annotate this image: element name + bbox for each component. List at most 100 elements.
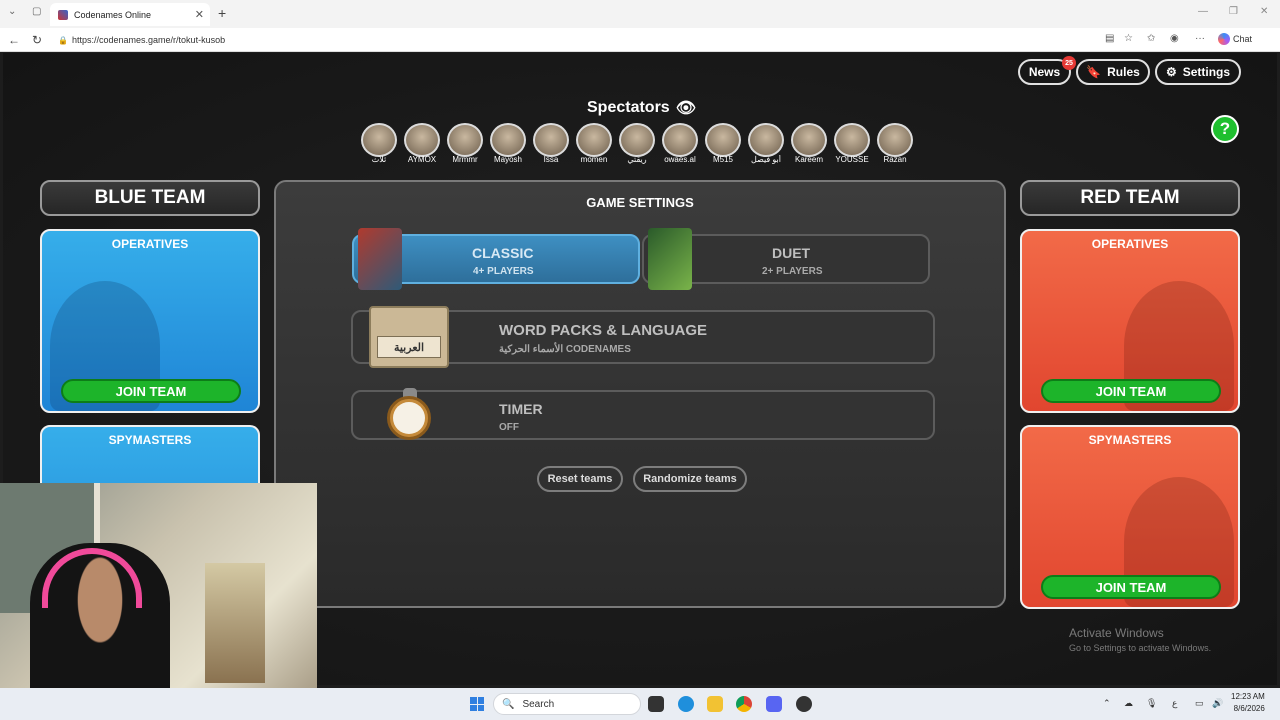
avatar bbox=[447, 123, 483, 157]
url-field[interactable]: 🔒 https://codenames.game/r/tokut-kusob bbox=[56, 31, 1116, 49]
clock-date: 8/6/2026 bbox=[1233, 704, 1265, 713]
spectator-name: M515 bbox=[712, 155, 733, 164]
refresh-icon[interactable]: ↻ bbox=[32, 33, 42, 47]
spectator-name: Mayosh bbox=[493, 155, 522, 164]
spectator-avatar[interactable]: momen bbox=[575, 123, 613, 164]
red-spymasters-title: SPYMASTERS bbox=[1088, 433, 1172, 447]
spectators-title: Spectators bbox=[587, 99, 670, 116]
address-bar-row: ← ↻ 🔒 https://codenames.game/r/tokut-kus… bbox=[0, 28, 1280, 52]
spectator-avatar[interactable]: M515 bbox=[704, 123, 742, 164]
spectator-name: Razan bbox=[883, 155, 907, 164]
spectator-avatar[interactable]: AYMOX bbox=[403, 123, 441, 164]
close-tab-icon[interactable]: ✕ bbox=[195, 8, 204, 21]
copilot-chat-button[interactable]: Chat bbox=[1218, 33, 1252, 45]
activate-windows-title: Activate Windows bbox=[1069, 626, 1164, 640]
language-indicator[interactable]: ع bbox=[1172, 698, 1177, 709]
onedrive-icon[interactable]: ☁ bbox=[1124, 698, 1133, 709]
duet-mode-option[interactable]: DUET 2+ PLAYERS bbox=[642, 228, 930, 290]
more-menu-icon[interactable]: ··· bbox=[1195, 33, 1205, 44]
minimize-icon[interactable]: — bbox=[1198, 6, 1208, 17]
site-info-icon[interactable]: 🔒 bbox=[58, 36, 68, 45]
classic-mode-option[interactable]: CLASSIC 4+ PLAYERS bbox=[352, 228, 640, 290]
spectator-avatar[interactable]: Kareem bbox=[790, 123, 828, 164]
search-icon: 🔍 bbox=[502, 698, 515, 710]
avatar bbox=[791, 123, 827, 157]
system-clock[interactable]: 12:23 AM 8/6/2026 bbox=[1231, 691, 1265, 715]
spectator-avatar[interactable]: owaes.al bbox=[661, 123, 699, 164]
avatar bbox=[404, 123, 440, 157]
windows-taskbar: 🔍 Search ⌃ ☁ 🎙 ع ▭ 🔊 12:23 AM 8/6/2026 bbox=[0, 688, 1280, 720]
discord-icon[interactable] bbox=[766, 696, 782, 712]
taskbar-search[interactable]: 🔍 Search bbox=[493, 693, 641, 715]
volume-icon[interactable]: 🔊 bbox=[1212, 698, 1223, 709]
timer-option[interactable]: TIMER OFF bbox=[351, 388, 935, 440]
help-button[interactable]: ? bbox=[1211, 115, 1239, 143]
blue-operatives-title: OPERATIVES bbox=[111, 237, 189, 251]
settings-button[interactable]: ⚙ Settings bbox=[1155, 59, 1241, 85]
spectator-avatar[interactable]: ثلاث bbox=[360, 123, 398, 164]
microphone-icon[interactable]: 🎙 bbox=[1146, 698, 1157, 709]
maximize-icon[interactable]: ❐ bbox=[1229, 6, 1238, 17]
blue-operatives-join-button[interactable]: JOIN TEAM bbox=[61, 379, 241, 403]
tray-chevron-icon[interactable]: ⌃ bbox=[1103, 698, 1111, 709]
red-operatives-join-button[interactable]: JOIN TEAM bbox=[1041, 379, 1221, 403]
reset-teams-button[interactable]: Reset teams bbox=[537, 466, 623, 492]
browser-tab[interactable]: Codenames Online ✕ bbox=[50, 3, 210, 26]
spectator-avatar[interactable]: Mayosh bbox=[489, 123, 527, 164]
network-icon[interactable]: ▭ bbox=[1195, 698, 1204, 709]
edge-icon[interactable] bbox=[678, 696, 694, 712]
spectator-avatar[interactable]: YOUSSE bbox=[833, 123, 871, 164]
browser-tab-strip: ⌄ ▢ Codenames Online ✕ + — ❐ ✕ bbox=[0, 0, 1280, 28]
spectator-avatar[interactable]: Mrmmr bbox=[446, 123, 484, 164]
blue-spymasters-title: SPYMASTERS bbox=[108, 433, 192, 447]
obs-icon[interactable] bbox=[796, 696, 812, 712]
spectator-name: momen bbox=[580, 155, 608, 164]
reader-view-icon[interactable]: ▤ bbox=[1105, 33, 1114, 44]
classic-title: CLASSIC bbox=[472, 245, 534, 261]
randomize-teams-button[interactable]: Randomize teams bbox=[633, 466, 747, 492]
timer-subtitle: OFF bbox=[499, 422, 519, 433]
classic-box-art bbox=[358, 228, 402, 290]
blue-operatives-card: OPERATIVES JOIN TEAM bbox=[40, 229, 260, 413]
blue-team-heading: BLUE TEAM bbox=[40, 180, 260, 216]
word-packs-option[interactable]: العربية WORD PACKS & LANGUAGE الأسماء ال… bbox=[351, 306, 935, 368]
close-window-icon[interactable]: ✕ bbox=[1260, 6, 1268, 17]
new-tab-icon[interactable]: + bbox=[218, 5, 226, 21]
favorite-star-icon[interactable]: ☆ bbox=[1124, 33, 1133, 44]
workspaces-icon[interactable]: ▢ bbox=[32, 6, 41, 17]
back-icon[interactable]: ← bbox=[8, 33, 20, 47]
webcam-overlay bbox=[0, 483, 317, 720]
red-spymasters-card: SPYMASTERS JOIN TEAM bbox=[1020, 425, 1240, 609]
bookmark-icon: 🔖 bbox=[1086, 65, 1102, 79]
rules-button[interactable]: 🔖 Rules bbox=[1076, 59, 1150, 85]
news-button[interactable]: News 25 bbox=[1018, 56, 1076, 85]
file-explorer-icon[interactable] bbox=[707, 696, 723, 712]
profile-icon[interactable]: ◉ bbox=[1170, 33, 1179, 44]
red-spymasters-join-button[interactable]: JOIN TEAM bbox=[1041, 575, 1221, 599]
spectator-name: Kareem bbox=[794, 155, 823, 164]
timer-title: TIMER bbox=[499, 401, 543, 417]
spectator-avatar[interactable]: ريقتي bbox=[618, 123, 656, 164]
activate-windows-subtitle: Go to Settings to activate Windows. bbox=[1069, 643, 1212, 653]
spectator-avatar[interactable]: Issa bbox=[532, 123, 570, 164]
avatar bbox=[748, 123, 784, 157]
favorites-icon[interactable]: ✩ bbox=[1147, 33, 1155, 44]
spectator-name: Mrmmr bbox=[452, 155, 478, 164]
task-view-icon[interactable] bbox=[648, 696, 664, 712]
game-settings-title: GAME SETTINGS bbox=[586, 195, 694, 210]
spectator-avatar[interactable]: Razan bbox=[876, 123, 914, 164]
red-operatives-card: OPERATIVES JOIN TEAM bbox=[1020, 229, 1240, 413]
spectator-name: owaes.al bbox=[664, 155, 696, 164]
copilot-icon bbox=[1218, 33, 1230, 45]
windows-start-icon[interactable] bbox=[470, 697, 484, 711]
avatar bbox=[533, 123, 569, 157]
spectator-list: ثلاث AYMOX Mrmmr Mayosh Issa momen ريقتي… bbox=[360, 123, 914, 164]
search-label: Search bbox=[522, 698, 555, 710]
settings-label: Settings bbox=[1182, 65, 1231, 79]
tab-list-chevron-icon[interactable]: ⌄ bbox=[8, 6, 16, 17]
avatar bbox=[834, 123, 870, 157]
red-team-heading: RED TEAM bbox=[1020, 180, 1240, 216]
spectator-avatar[interactable]: أبو فيصل bbox=[747, 123, 785, 164]
webcam-background-shelf bbox=[205, 563, 265, 683]
chrome-icon[interactable] bbox=[736, 696, 752, 712]
